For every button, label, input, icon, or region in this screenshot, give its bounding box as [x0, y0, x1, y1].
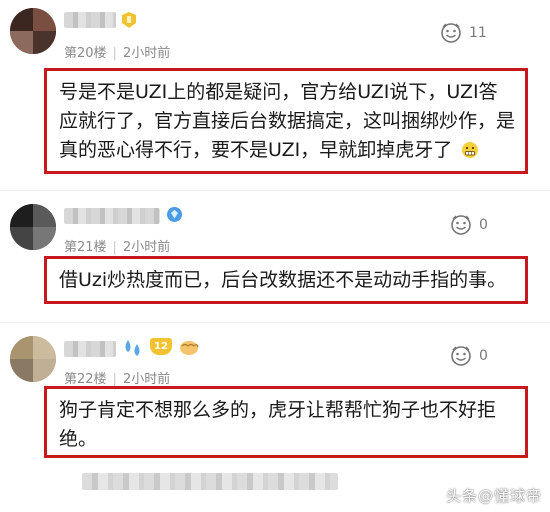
watermark-text: 头条@懂球帝: [445, 487, 542, 505]
divider: [0, 190, 550, 191]
level-12-badge-icon: 12: [150, 338, 172, 355]
divider: [0, 322, 550, 323]
like-count: 11: [469, 25, 487, 41]
toutiao-logo-icon: [424, 487, 442, 504]
watermark: 头条@懂球帝: [424, 485, 542, 506]
comment-meta: 第20楼 | 2小时前: [64, 46, 171, 61]
next-comment-blurred: [82, 473, 338, 490]
like-button[interactable]: 0: [450, 214, 488, 236]
sweat-drops-emoji-icon: [125, 340, 140, 356]
floor-number: 第22楼: [64, 372, 107, 387]
like-count: 0: [479, 217, 488, 233]
avatar[interactable]: [10, 204, 56, 250]
smiley-like-icon: [441, 23, 461, 43]
badge-level: 12: [154, 341, 168, 352]
avatar[interactable]: [10, 336, 56, 382]
comment-meta: 第22楼 | 2小时前: [64, 372, 171, 387]
gold-level-badge-icon: [122, 12, 136, 28]
grimace-emoji-icon: [462, 142, 479, 158]
comment-time: 2小时前: [122, 46, 171, 61]
username-blurred[interactable]: [64, 341, 116, 357]
comment-meta: 第21楼 | 2小时前: [64, 240, 171, 255]
comment-time: 2小时前: [122, 372, 171, 387]
floor-number: 第21楼: [64, 240, 107, 255]
comment-body-highlighted: 狗子肯定不想那么多的，虎牙让帮帮忙狗子也不好拒绝。: [44, 386, 528, 458]
like-count: 0: [479, 348, 488, 364]
like-button[interactable]: 0: [450, 345, 488, 367]
comment-text: 借Uzi炒热度而已，后台改数据还不是动动手指的事。: [59, 269, 507, 291]
username-blurred[interactable]: [64, 12, 116, 28]
comment-text: 狗子肯定不想那么多的，虎牙让帮帮忙狗子也不好拒绝。: [59, 399, 497, 450]
comment-body-highlighted: 借Uzi炒热度而已，后台改数据还不是动动手指的事。: [44, 256, 528, 304]
like-button[interactable]: 11: [440, 22, 487, 44]
floor-number: 第20楼: [64, 46, 107, 61]
fist-emoji-icon: [180, 341, 199, 355]
username-blurred[interactable]: [64, 208, 160, 224]
comment-text: 号是不是UZI上的都是疑问，官方给UZI说下，UZI答应就行了，官方直接后台数据…: [59, 81, 516, 161]
smiley-like-icon: [451, 346, 471, 366]
blue-diamond-badge-icon: [167, 207, 182, 222]
comment-time: 2小时前: [122, 240, 171, 255]
avatar[interactable]: [10, 8, 56, 54]
comment-body-highlighted: 号是不是UZI上的都是疑问，官方给UZI说下，UZI答应就行了，官方直接后台数据…: [44, 68, 528, 174]
smiley-like-icon: [451, 215, 471, 235]
